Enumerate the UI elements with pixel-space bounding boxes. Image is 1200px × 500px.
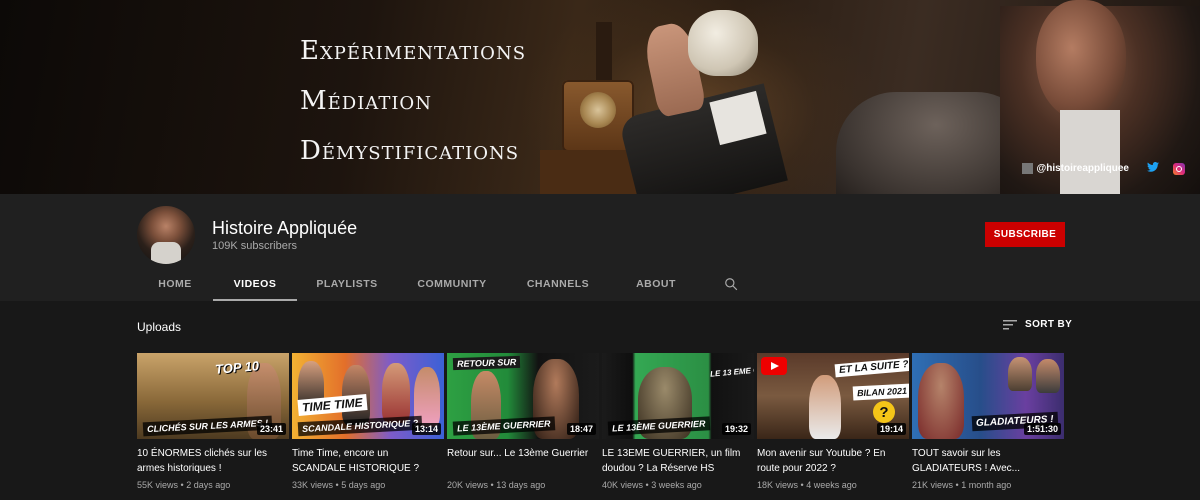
banner-line-3: Démystifications <box>300 136 520 166</box>
video-title[interactable]: Retour sur... Le 13ème Guerrier <box>447 446 599 476</box>
question-mark-icon: ? <box>873 401 895 423</box>
video-duration: 18:47 <box>566 423 596 435</box>
uploads-heading: Uploads <box>137 320 182 334</box>
channel-name: Histoire Appliquée <box>212 218 358 238</box>
channel-header: Histoire Appliquée 109K subscribers SUBS… <box>0 194 1200 301</box>
video-thumbnail[interactable]: TIME TIME SCANDALE HISTORIQUE ? 13:14 <box>292 353 444 439</box>
sort-by-label: SORT BY <box>1025 319 1073 330</box>
channel-banner: Expérimentations Médiation Démystificati… <box>0 0 1200 194</box>
thumb-top-text: ET LA SUITE ? <box>834 357 909 378</box>
video-duration: 1:51:30 <box>1023 423 1061 435</box>
channel-link-icon <box>1022 163 1034 174</box>
video-thumbnail[interactable]: GLADIATEURS ! 1:51:30 <box>912 353 1064 439</box>
video-age: 2 days ago <box>186 480 231 490</box>
video-card[interactable]: RETOUR SUR LE 13ÈME GUERRIER 18:47 Retou… <box>447 353 599 490</box>
channel-tabs: HOME VIDEOS PLAYLISTS COMMUNITY CHANNELS… <box>137 267 751 301</box>
video-meta: 33K views • 5 days ago <box>292 480 386 490</box>
banner-man-head <box>1036 0 1126 120</box>
subscribe-button[interactable]: SUBSCRIBE <box>985 222 1065 247</box>
banner-phone-stand <box>596 22 612 82</box>
video-title[interactable]: 10 ÉNORMES clichés sur les armes histori… <box>137 446 289 476</box>
banner-skull <box>688 10 758 76</box>
video-card[interactable]: TIME TIME SCANDALE HISTORIQUE ? 13:14 Ti… <box>292 353 444 490</box>
video-views: 40K views <box>602 480 644 490</box>
video-age: 5 days ago <box>341 480 386 490</box>
video-card[interactable]: TOP 10 CLICHÉS SUR LES ARMES ! 23:41 10 … <box>137 353 289 490</box>
youtube-logo-icon <box>761 357 787 375</box>
tab-playlists[interactable]: PLAYLISTS <box>297 267 397 301</box>
thumb-label: LE 13ÈME GUERRIER <box>607 416 710 436</box>
banner-text: Expérimentations Médiation Démystificati… <box>300 26 526 176</box>
video-meta: 20K views • 13 days ago <box>447 480 546 490</box>
video-title[interactable]: Mon avenir sur Youtube ? En route pour 2… <box>757 446 909 476</box>
video-views: 18K views <box>757 480 799 490</box>
video-age: 4 weeks ago <box>806 480 857 490</box>
channel-avatar[interactable] <box>137 206 195 264</box>
video-title[interactable]: TOUT savoir sur les GLADIATEURS ! Avec..… <box>912 446 1064 476</box>
thumb-top-text: RETOUR SUR <box>452 355 521 371</box>
video-age: 1 month ago <box>961 480 1012 490</box>
tab-home[interactable]: HOME <box>137 267 213 301</box>
subscriber-count: 109K subscribers <box>212 240 297 252</box>
thumb-label: BILAN 2021 <box>852 383 909 401</box>
video-card[interactable]: LE 13 EME GUERRIER LE 13ÈME GUERRIER 19:… <box>602 353 754 490</box>
thumb-person <box>382 363 410 423</box>
tab-community[interactable]: COMMUNITY <box>397 267 507 301</box>
banner-line-2: Médiation <box>300 86 432 116</box>
sort-icon <box>1003 319 1017 329</box>
banner-man-shirt <box>1060 110 1120 194</box>
thumb-person <box>918 363 964 439</box>
video-thumbnail[interactable]: TOP 10 CLICHÉS SUR LES ARMES ! 23:41 <box>137 353 289 439</box>
video-age: 13 days ago <box>496 480 546 490</box>
video-views: 21K views <box>912 480 954 490</box>
video-duration: 19:32 <box>721 423 751 435</box>
thumb-person <box>809 375 841 439</box>
video-meta: 21K views • 1 month ago <box>912 480 1012 490</box>
video-meta: 55K views • 2 days ago <box>137 480 231 490</box>
tab-channels[interactable]: CHANNELS <box>507 267 609 301</box>
channel-search-button[interactable] <box>711 267 751 301</box>
video-views: 55K views <box>137 480 179 490</box>
video-meta: 40K views • 3 weeks ago <box>602 480 702 490</box>
video-age: 3 weeks ago <box>651 480 702 490</box>
video-thumbnail[interactable]: RETOUR SUR LE 13ÈME GUERRIER 18:47 <box>447 353 599 439</box>
video-grid: TOP 10 CLICHÉS SUR LES ARMES ! 23:41 10 … <box>137 353 1064 490</box>
video-duration: 13:14 <box>411 423 441 435</box>
tab-about[interactable]: ABOUT <box>609 267 703 301</box>
video-title[interactable]: Time Time, encore un SCANDALE HISTORIQUE… <box>292 446 444 476</box>
tab-videos[interactable]: VIDEOS <box>213 267 297 301</box>
video-duration: 19:14 <box>876 423 906 435</box>
video-thumbnail[interactable]: LE 13 EME GUERRIER LE 13ÈME GUERRIER 19:… <box>602 353 754 439</box>
social-handle-link[interactable]: @histoireappliquee <box>1022 163 1129 174</box>
thumb-person <box>1036 359 1060 393</box>
thumb-top-text: LE 13 EME GUERRIER <box>709 362 754 379</box>
thumb-label: SCANDALE HISTORIQUE ? <box>297 415 423 437</box>
twitter-icon[interactable] <box>1147 162 1159 175</box>
instagram-icon[interactable] <box>1173 162 1185 175</box>
video-card[interactable]: GLADIATEURS ! 1:51:30 TOUT savoir sur le… <box>912 353 1064 490</box>
thumb-person <box>1008 357 1032 391</box>
video-title[interactable]: LE 13EME GUERRIER, un film doudou ? La R… <box>602 446 754 476</box>
video-views: 33K views <box>292 480 334 490</box>
video-views: 20K views <box>447 480 489 490</box>
banner-phone-dial <box>580 92 616 128</box>
banner-social-links: @histoireappliquee <box>1022 162 1185 175</box>
banner-line-1: Expérimentations <box>300 36 527 66</box>
avatar-shirt <box>151 242 181 264</box>
search-icon <box>725 278 738 291</box>
video-card[interactable]: ET LA SUITE ? BILAN 2021 ? 19:14 Mon ave… <box>757 353 909 490</box>
video-duration: 23:41 <box>256 423 286 435</box>
video-meta: 18K views • 4 weeks ago <box>757 480 857 490</box>
social-handle: @histoireappliquee <box>1036 163 1129 174</box>
sort-by-button[interactable]: SORT BY <box>1003 319 1072 330</box>
video-thumbnail[interactable]: ET LA SUITE ? BILAN 2021 ? 19:14 <box>757 353 909 439</box>
